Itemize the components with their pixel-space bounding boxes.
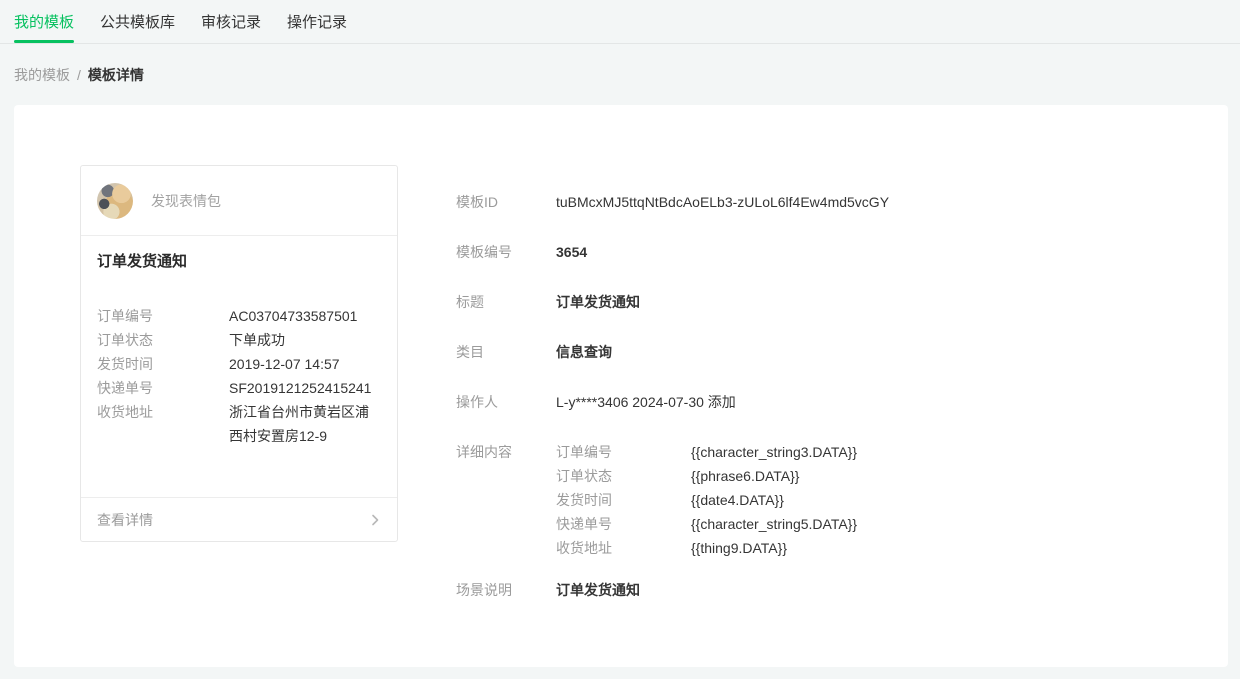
view-details-button[interactable]: 查看详情 [81, 497, 397, 541]
detail-row-scene: 场景说明 订单发货通知 [456, 578, 1188, 602]
detail-label: 模板编号 [456, 240, 556, 264]
tab-label: 公共模板库 [100, 11, 175, 32]
detail-value: L-y****3406 2024-07-30 添加 [556, 390, 736, 414]
preview-field-row: 快递单号 SF2019121252415241 [97, 376, 381, 400]
breadcrumb-parent-link[interactable]: 我的模板 [14, 65, 70, 85]
content-field-label: 快递单号 [556, 512, 691, 536]
detail-row-category: 类目 信息查询 [456, 340, 1188, 364]
detail-value: 订单发货通知 [556, 578, 640, 602]
view-details-label: 查看详情 [97, 510, 153, 530]
content-field-placeholder: {{thing9.DATA}} [691, 536, 787, 560]
preview-field-row: 订单编号 AC03704733587501 [97, 304, 381, 328]
tab-operation-records[interactable]: 操作记录 [287, 0, 347, 43]
tab-my-templates[interactable]: 我的模板 [14, 0, 74, 43]
detail-row-template-id: 模板ID tuBMcxMJ5ttqNtBdcAoELb3-zULoL6lf4Ew… [456, 190, 1188, 214]
preview-field-label: 快递单号 [97, 376, 229, 400]
content-field-label: 收货地址 [556, 536, 691, 560]
template-content-rows: 订单编号 {{character_string3.DATA}} 订单状态 {{p… [556, 440, 857, 560]
template-detail-page: 我的模板 公共模板库 审核记录 操作记录 我的模板 / 模板详情 发现表情包 订… [0, 0, 1240, 679]
tab-review-records[interactable]: 审核记录 [201, 0, 261, 43]
preview-field-label: 发货时间 [97, 352, 229, 376]
preview-card-header: 发现表情包 [81, 166, 397, 236]
preview-field-value: AC03704733587501 [229, 304, 381, 328]
preview-field-row: 收货地址 浙江省台州市黄岩区浦西村安置房12-9 [97, 400, 381, 448]
preview-field-value: 浙江省台州市黄岩区浦西村安置房12-9 [229, 400, 381, 448]
preview-field-value: 下单成功 [229, 328, 381, 352]
content-row: 订单状态 {{phrase6.DATA}} [556, 464, 857, 488]
detail-label: 操作人 [456, 390, 556, 414]
content-row: 发货时间 {{date4.DATA}} [556, 488, 857, 512]
tab-label: 操作记录 [287, 11, 347, 32]
template-detail-fields: 模板ID tuBMcxMJ5ttqNtBdcAoELb3-zULoL6lf4Ew… [456, 165, 1188, 667]
detail-label: 标题 [456, 290, 556, 314]
content-row: 订单编号 {{character_string3.DATA}} [556, 440, 857, 464]
detail-value: tuBMcxMJ5ttqNtBdcAoELb3-zULoL6lf4Ew4md5v… [556, 190, 889, 214]
content-field-placeholder: {{character_string3.DATA}} [691, 440, 857, 464]
detail-value: 订单发货通知 [556, 290, 640, 314]
active-tab-underline [14, 40, 74, 43]
breadcrumb-separator: / [77, 67, 81, 83]
preview-field-row: 发货时间 2019-12-07 14:57 [97, 352, 381, 376]
detail-row-template-number: 模板编号 3654 [456, 240, 1188, 264]
detail-row-operator: 操作人 L-y****3406 2024-07-30 添加 [456, 390, 1188, 414]
tab-label: 我的模板 [14, 11, 74, 32]
template-detail-panel: 发现表情包 订单发货通知 订单编号 AC03704733587501 订单状态 … [14, 105, 1228, 667]
preview-field-label: 订单编号 [97, 304, 229, 328]
account-name: 发现表情包 [151, 191, 221, 211]
content-field-placeholder: {{phrase6.DATA}} [691, 464, 799, 488]
preview-field-value: SF2019121252415241 [229, 376, 381, 400]
breadcrumb-current: 模板详情 [88, 65, 144, 85]
content-field-placeholder: {{character_string5.DATA}} [691, 512, 857, 536]
detail-value: 3654 [556, 240, 587, 264]
detail-label: 详细内容 [456, 440, 556, 560]
content-row: 快递单号 {{character_string5.DATA}} [556, 512, 857, 536]
detail-row-title: 标题 订单发货通知 [456, 290, 1188, 314]
content-field-label: 订单编号 [556, 440, 691, 464]
detail-label: 场景说明 [456, 578, 556, 602]
detail-row-content: 详细内容 订单编号 {{character_string3.DATA}} 订单状… [456, 440, 1188, 560]
breadcrumb: 我的模板 / 模板详情 [0, 44, 1240, 105]
top-tab-bar: 我的模板 公共模板库 审核记录 操作记录 [0, 0, 1240, 44]
preview-field-label: 收货地址 [97, 400, 229, 448]
content-field-label: 发货时间 [556, 488, 691, 512]
content-row: 收货地址 {{thing9.DATA}} [556, 536, 857, 560]
template-preview-card: 发现表情包 订单发货通知 订单编号 AC03704733587501 订单状态 … [80, 165, 398, 542]
preview-message-title: 订单发货通知 [97, 252, 381, 272]
preview-field-row: 订单状态 下单成功 [97, 328, 381, 352]
preview-field-value: 2019-12-07 14:57 [229, 352, 381, 376]
tab-label: 审核记录 [201, 11, 261, 32]
detail-label: 类目 [456, 340, 556, 364]
detail-value: 信息查询 [556, 340, 612, 364]
detail-label: 模板ID [456, 190, 556, 214]
preview-card-body: 订单发货通知 订单编号 AC03704733587501 订单状态 下单成功 发… [81, 236, 397, 497]
preview-field-list: 订单编号 AC03704733587501 订单状态 下单成功 发货时间 201… [97, 304, 381, 448]
chevron-right-icon [367, 512, 383, 528]
tab-public-template-library[interactable]: 公共模板库 [100, 0, 175, 43]
content-field-placeholder: {{date4.DATA}} [691, 488, 784, 512]
content-field-label: 订单状态 [556, 464, 691, 488]
preview-field-label: 订单状态 [97, 328, 229, 352]
account-avatar [97, 183, 133, 219]
